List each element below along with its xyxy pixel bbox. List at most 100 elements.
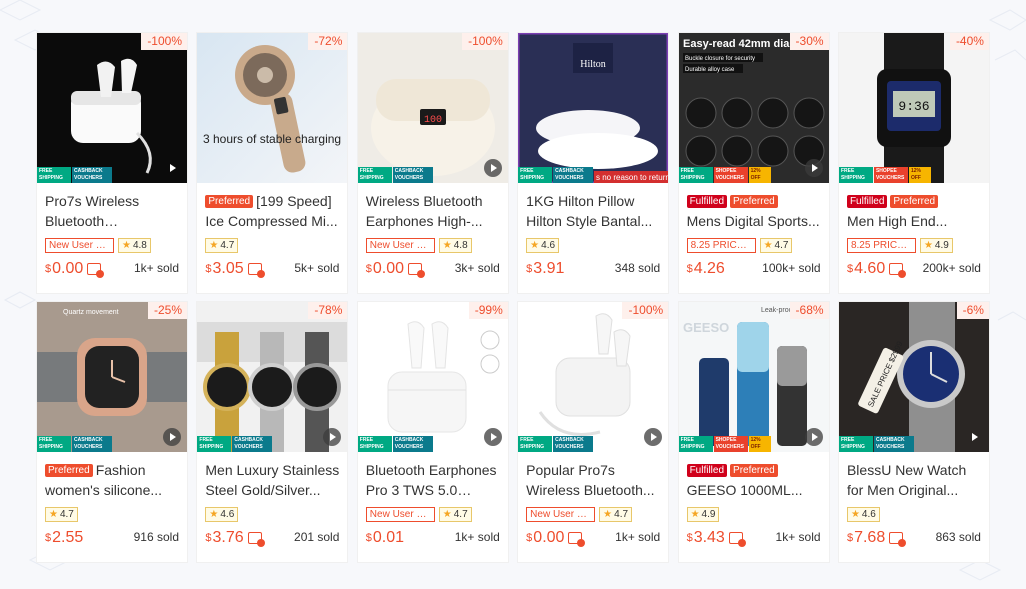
product-card[interactable]: -99% FREE SHIPPING CASHBACK VOUCHERS Blue… xyxy=(357,302,508,562)
product-image[interactable]: -100% FREE SHIPPING CASHBACK VOUCHERS xyxy=(518,302,669,452)
product-title[interactable]: Men Luxury Stainless Steel Gold/Silver..… xyxy=(205,460,339,500)
product-title[interactable]: Bluetooth Earphones Pro 3 TWS 5.0 Touc..… xyxy=(366,460,500,500)
play-icon[interactable] xyxy=(483,428,502,446)
star-icon: ★ xyxy=(690,508,700,520)
product-image[interactable]: 9:36 -40% FREE SHIPPING SHOPEE VOUCHERS 12… xyxy=(838,33,989,183)
sold-count: 916 sold xyxy=(133,530,179,544)
product-image[interactable]: -100% FREE SHIPPING CASHBACK VOUCHERS xyxy=(37,33,187,183)
product-card[interactable]: Hilton s no reason to return FREE SHIPPI… xyxy=(518,33,669,293)
star-icon: ★ xyxy=(763,239,773,251)
product-title[interactable]: Pro7s Wireless Bluetooth Earphone... xyxy=(45,191,179,231)
new-user-label: New User Ex... xyxy=(365,506,435,522)
product-image[interactable]: SALE PRICE $2999 -6% FREE SHIPPING CASHBA… xyxy=(838,302,989,452)
discount-badge: -6% xyxy=(956,302,989,319)
voucher-icon xyxy=(889,532,907,547)
product-card[interactable]: -78% FREE SHIPPING CASHBACK VOUCHERS Men … xyxy=(197,302,348,562)
product-card[interactable]: -100% FREE SHIPPING CASHBACK VOUCHERS Pro… xyxy=(37,33,187,293)
promo-strip: FREE SHIPPING CASHBACK VOUCHERS xyxy=(357,436,433,452)
discount-badge: -100% xyxy=(141,33,187,50)
new-user-label: New User Ex... xyxy=(526,506,596,522)
discount-badge: -99% xyxy=(468,302,508,319)
earbuds-image xyxy=(37,33,187,183)
sold-count: 200k+ sold xyxy=(922,261,981,275)
product-image[interactable]: -78% FREE SHIPPING CASHBACK VOUCHERS xyxy=(197,302,348,452)
star-icon: ★ xyxy=(122,239,131,251)
product-card[interactable]: 9:36 -40% FREE SHIPPING SHOPEE VOUCHERS 12… xyxy=(838,33,989,293)
play-icon[interactable] xyxy=(163,428,181,446)
play-icon[interactable] xyxy=(804,428,823,446)
image-caption: s no reason to return xyxy=(596,173,668,182)
product-card[interactable]: SALE PRICE $2999 -6% FREE SHIPPING CASHBA… xyxy=(838,302,989,562)
new-user-label: New User Ex... xyxy=(45,237,114,253)
product-title[interactable]: Preferred [199 Speed] Ice Compressed Mi..… xyxy=(205,191,339,231)
product-card[interactable]: Quartz movement -25% FREE SHIPPING CASHBA… xyxy=(37,302,187,562)
product-title[interactable]: Wireless Bluetooth Earphones High-... xyxy=(366,191,500,231)
voucher-icon xyxy=(87,263,105,278)
product-grid: -100% FREE SHIPPING CASHBACK VOUCHERS Pro… xyxy=(37,33,989,562)
preferred-tag: Preferred xyxy=(890,195,939,208)
image-caption: Hilton xyxy=(580,59,606,70)
fan-image: 3 hours of stable charging xyxy=(197,33,348,183)
product-price: $0.00 xyxy=(45,260,105,278)
star-icon: ★ xyxy=(850,508,860,520)
star-icon: ★ xyxy=(442,508,452,520)
watch-box-image: Easy-read 42mm dia Buckle closure for se… xyxy=(678,33,829,183)
rating-badge: ★ 4.9 xyxy=(919,237,953,253)
play-icon[interactable] xyxy=(163,159,181,177)
product-card[interactable]: 3 hours of stable charging -72% Preferre… xyxy=(197,33,348,293)
discount-badge: -72% xyxy=(308,33,348,50)
rating-badge: ★ 4.9 xyxy=(686,506,720,522)
product-image[interactable]: -99% FREE SHIPPING CASHBACK VOUCHERS xyxy=(357,302,508,452)
star-icon: ★ xyxy=(49,508,58,520)
discount-badge: -25% xyxy=(147,302,187,319)
new-user-label: New User Ex... xyxy=(365,237,435,253)
product-image[interactable]: GEESO Leak-proo -68% FREE SHIPPING SHOPEE… xyxy=(678,302,829,452)
product-card[interactable]: Easy-read 42mm dia Buckle closure for se… xyxy=(678,33,829,293)
product-title[interactable]: BlessU New Watch for Men Original... xyxy=(847,460,981,500)
product-title[interactable]: Fulfilled Preferred GEESO 1000ML... xyxy=(686,460,821,500)
play-icon[interactable] xyxy=(804,159,823,177)
product-card[interactable]: 100 -100% FREE SHIPPING CASHBACK VOUCHERS… xyxy=(357,33,508,293)
voucher-icon xyxy=(247,263,265,278)
image-caption: 100 xyxy=(424,115,442,126)
product-title[interactable]: Fulfilled Preferred Mens Digital Sports... xyxy=(686,191,821,231)
product-title[interactable]: Fulfilled Preferred Men High End... xyxy=(846,191,981,231)
rating-badge: ★ 4.6 xyxy=(846,506,880,522)
preferred-tag: Preferred xyxy=(45,464,93,477)
sold-count: 100k+ sold xyxy=(762,261,821,275)
product-card[interactable]: -100% FREE SHIPPING CASHBACK VOUCHERS Pop… xyxy=(518,302,669,562)
product-card[interactable]: GEESO Leak-proo -68% FREE SHIPPING SHOPEE… xyxy=(678,302,829,562)
preferred-tag: Preferred xyxy=(730,195,778,208)
product-image[interactable]: Easy-read 42mm dia Buckle closure for se… xyxy=(678,33,829,183)
product-price: $3.43 xyxy=(687,529,746,547)
product-price: $0.00 xyxy=(366,260,426,278)
play-icon[interactable] xyxy=(965,428,983,446)
promo-strip: FREE SHIPPING CASHBACK VOUCHERS xyxy=(518,167,594,183)
product-title[interactable]: Popular Pro7s Wireless Bluetooth... xyxy=(526,460,660,500)
sold-count: 201 sold xyxy=(294,530,340,544)
rating-badge: ★ 4.7 xyxy=(599,506,633,522)
discount-badge: -100% xyxy=(462,33,508,50)
star-icon: ★ xyxy=(603,508,613,520)
image-caption: GEESO xyxy=(683,320,729,335)
star-icon: ★ xyxy=(923,239,933,251)
discount-badge: -30% xyxy=(789,33,829,50)
earbuds-case-image: 100 xyxy=(357,33,508,183)
product-title[interactable]: 1KG Hilton Pillow Hilton Style Bantal... xyxy=(526,191,660,231)
product-image[interactable]: 100 -100% FREE SHIPPING CASHBACK VOUCHERS xyxy=(357,33,508,183)
image-caption: Quartz movement xyxy=(63,309,119,316)
product-title[interactable]: Preferred Fashion women's silicone... xyxy=(45,460,179,500)
sold-count: 3k+ sold xyxy=(454,261,500,275)
sold-count: 348 sold xyxy=(614,261,661,275)
voucher-icon xyxy=(568,532,586,547)
price-label: 8.25 PRICE: ... xyxy=(846,237,916,253)
promo-strip: FREE SHIPPING CASHBACK VOUCHERS xyxy=(197,436,273,452)
voucher-icon xyxy=(408,263,426,278)
image-caption: Buckle closure for security xyxy=(685,56,755,62)
discount-badge: -40% xyxy=(949,33,989,50)
earbuds-image xyxy=(518,302,669,452)
play-icon[interactable] xyxy=(483,159,502,177)
product-image[interactable]: Hilton s no reason to return FREE SHIPPI… xyxy=(518,33,669,183)
product-image[interactable]: 3 hours of stable charging -72% xyxy=(197,33,348,183)
product-image[interactable]: Quartz movement -25% FREE SHIPPING CASHBA… xyxy=(37,302,187,452)
